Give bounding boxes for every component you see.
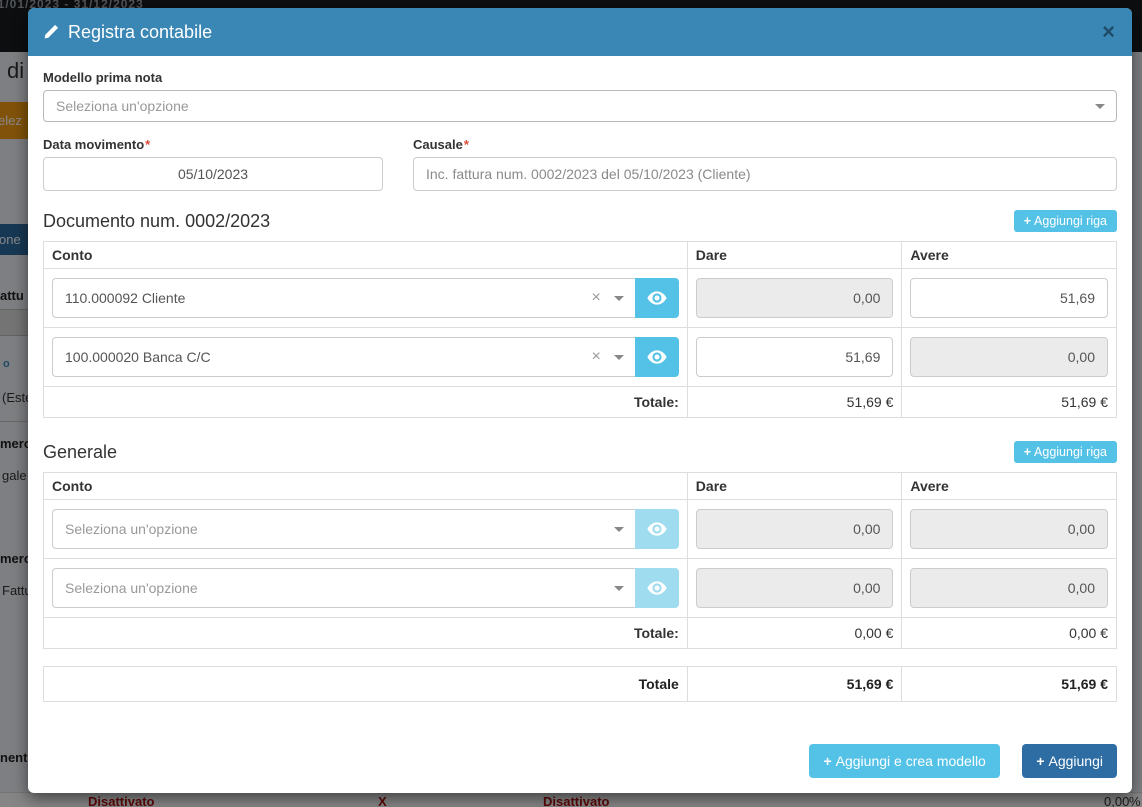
conto-select-group: Seleziona un'opzione (52, 568, 679, 608)
avere-input (910, 337, 1108, 377)
totale-label: Totale: (44, 387, 688, 418)
required-asterisk: * (464, 137, 469, 152)
column-header-conto: Conto (44, 473, 688, 500)
modello-select[interactable]: Seleziona un'opzione (43, 90, 1117, 122)
grand-total-table: Totale 51,69 € 51,69 € (43, 666, 1117, 702)
conto-select[interactable]: 110.000092 Cliente × (52, 278, 635, 318)
add-row-button-documento[interactable]: +Aggiungi riga (1014, 210, 1117, 232)
totale-avere: 51,69 € (902, 387, 1117, 418)
add-and-create-template-button[interactable]: +Aggiungi e crea modello (809, 744, 999, 778)
conto-select-group: 100.000020 Banca C/C × (52, 337, 679, 377)
registra-contabile-modal: Registra contabile × Modello prima nota … (28, 8, 1132, 793)
totals-row: Totale: 0,00 € 0,00 € (44, 618, 1117, 649)
clear-icon[interactable]: × (591, 349, 600, 365)
avere-input[interactable] (910, 278, 1108, 318)
view-account-button-disabled (635, 509, 679, 549)
table-row: Seleziona un'opzione (44, 559, 1117, 618)
chevron-down-icon (614, 586, 624, 591)
modello-placeholder: Seleziona un'opzione (56, 98, 189, 114)
totale-dare: 51,69 € (687, 387, 902, 418)
plus-icon: + (823, 753, 831, 769)
conto-placeholder: Seleziona un'opzione (65, 521, 198, 537)
plus-icon: + (1024, 445, 1031, 459)
avere-input (910, 568, 1108, 608)
view-account-button-disabled (635, 568, 679, 608)
conto-selected-value: 110.000092 Cliente (65, 290, 185, 306)
grand-total-avere: 51,69 € (902, 667, 1117, 702)
clear-icon[interactable]: × (591, 290, 600, 306)
grand-total-dare: 51,69 € (687, 667, 902, 702)
plus-icon: + (1024, 214, 1031, 228)
required-asterisk: * (145, 137, 150, 152)
column-header-avere: Avere (902, 473, 1117, 500)
table-row: 100.000020 Banca C/C × (44, 328, 1117, 387)
totals-row: Totale: 51,69 € 51,69 € (44, 387, 1117, 418)
modal-title-text: Registra contabile (68, 22, 212, 43)
screen: 01/01/2023 - 31/12/2023 di elez one attu… (0, 0, 1142, 807)
chevron-down-icon (614, 296, 624, 301)
totale-dare: 0,00 € (687, 618, 902, 649)
dare-input (696, 568, 894, 608)
close-icon[interactable]: × (1100, 21, 1117, 43)
modal-title: Registra contabile (43, 22, 212, 43)
pencil-icon (43, 24, 59, 40)
conto-select-group: 110.000092 Cliente × (52, 278, 679, 318)
generale-table: Conto Dare Avere Seleziona un'opzione (43, 472, 1117, 649)
documento-section-header: Documento num. 0002/2023 +Aggiungi riga (43, 210, 1117, 232)
data-movimento-input[interactable] (43, 157, 383, 191)
eye-icon (647, 350, 667, 364)
totale-avere: 0,00 € (902, 618, 1117, 649)
add-row-button-generale[interactable]: +Aggiungi riga (1014, 441, 1117, 463)
table-row: 110.000092 Cliente × (44, 269, 1117, 328)
data-movimento-label: Data movimento* (43, 137, 383, 152)
data-movimento-group: Data movimento* (43, 137, 383, 191)
modal-footer: +Aggiungi e crea modello +Aggiungi (28, 730, 1132, 793)
conto-placeholder: Seleziona un'opzione (65, 580, 198, 596)
dare-input (696, 509, 894, 549)
avere-input (910, 509, 1108, 549)
chevron-down-icon (1095, 104, 1105, 109)
conto-select[interactable]: Seleziona un'opzione (52, 509, 635, 549)
view-account-button[interactable] (635, 337, 679, 377)
modello-label: Modello prima nota (43, 70, 1117, 85)
date-causale-row: Data movimento* Causale* (43, 137, 1117, 191)
documento-table: Conto Dare Avere 110.000092 Cliente × (43, 241, 1117, 418)
chevron-down-icon (614, 527, 624, 532)
generale-section-title: Generale (43, 442, 117, 463)
conto-select[interactable]: 100.000020 Banca C/C × (52, 337, 635, 377)
conto-select[interactable]: Seleziona un'opzione (52, 568, 635, 608)
column-header-conto: Conto (44, 242, 688, 269)
column-header-dare: Dare (687, 242, 902, 269)
grand-total-row: Totale 51,69 € 51,69 € (44, 667, 1117, 702)
totale-label: Totale: (44, 618, 688, 649)
eye-icon (647, 581, 667, 595)
causale-label: Causale* (413, 137, 1117, 152)
plus-icon: + (1036, 753, 1044, 769)
documento-section-title: Documento num. 0002/2023 (43, 211, 270, 232)
conto-selected-value: 100.000020 Banca C/C (65, 349, 211, 365)
chevron-down-icon (614, 355, 624, 360)
view-account-button[interactable] (635, 278, 679, 318)
column-header-avere: Avere (902, 242, 1117, 269)
table-row: Seleziona un'opzione (44, 500, 1117, 559)
causale-input[interactable] (413, 157, 1117, 191)
eye-icon (647, 291, 667, 305)
modal-header: Registra contabile × (28, 8, 1132, 56)
causale-group: Causale* (413, 137, 1117, 191)
conto-select-group: Seleziona un'opzione (52, 509, 679, 549)
grand-total-label: Totale (44, 667, 688, 702)
modal-body: Modello prima nota Seleziona un'opzione … (28, 56, 1132, 730)
eye-icon (647, 522, 667, 536)
generale-section-header: Generale +Aggiungi riga (43, 441, 1117, 463)
column-header-dare: Dare (687, 473, 902, 500)
dare-input (696, 278, 894, 318)
dare-input[interactable] (696, 337, 894, 377)
add-button[interactable]: +Aggiungi (1022, 744, 1117, 778)
